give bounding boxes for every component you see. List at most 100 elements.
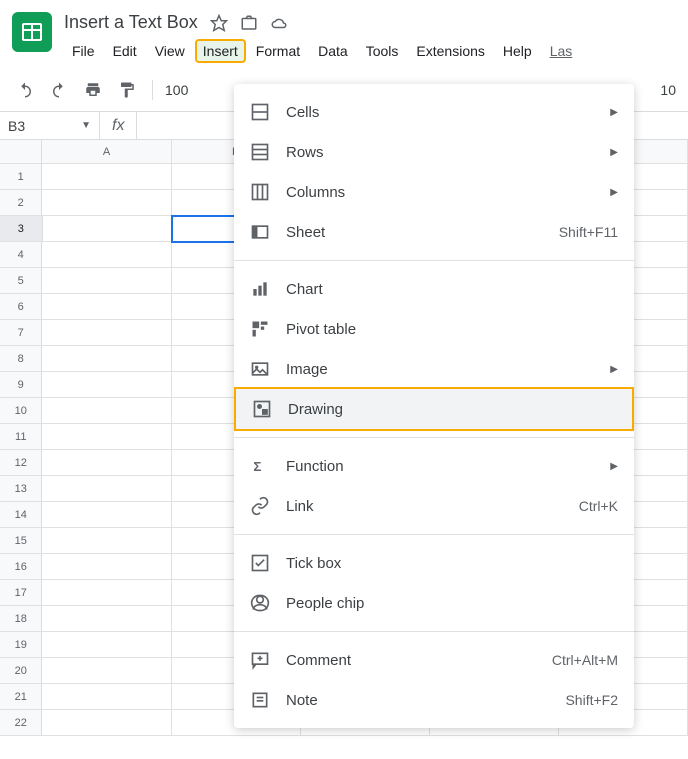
cell[interactable] bbox=[42, 268, 171, 294]
cell[interactable] bbox=[42, 684, 171, 710]
row-header[interactable]: 18 bbox=[0, 606, 42, 632]
row-header[interactable]: 5 bbox=[0, 268, 42, 294]
menu-item-people-chip[interactable]: People chip bbox=[234, 583, 634, 623]
menu-separator bbox=[234, 437, 634, 438]
print-icon[interactable] bbox=[80, 77, 106, 103]
row-header[interactable]: 10 bbox=[0, 398, 42, 424]
rows-icon bbox=[250, 142, 270, 162]
menu-item-label: Tick box bbox=[286, 555, 618, 572]
row-header[interactable]: 13 bbox=[0, 476, 42, 502]
cell[interactable] bbox=[42, 294, 171, 320]
menu-item-cells[interactable]: Cells▶ bbox=[234, 92, 634, 132]
cell[interactable] bbox=[42, 450, 171, 476]
row-header[interactable]: 1 bbox=[0, 164, 42, 190]
menu-insert[interactable]: Insert bbox=[195, 39, 246, 63]
cell-reference[interactable]: B3 ▼ bbox=[0, 112, 100, 139]
menu-separator bbox=[234, 534, 634, 535]
cell[interactable] bbox=[42, 606, 171, 632]
menu-item-link[interactable]: LinkCtrl+K bbox=[234, 486, 634, 526]
menu-file[interactable]: File bbox=[64, 39, 103, 63]
star-icon[interactable] bbox=[210, 14, 228, 32]
cell[interactable] bbox=[42, 632, 171, 658]
menu-format[interactable]: Format bbox=[248, 39, 308, 63]
cell[interactable] bbox=[42, 372, 171, 398]
menu-item-rows[interactable]: Rows▶ bbox=[234, 132, 634, 172]
row-header[interactable]: 3 bbox=[0, 216, 43, 242]
shortcut-label: Ctrl+Alt+M bbox=[552, 652, 618, 668]
sheets-logo[interactable] bbox=[12, 12, 52, 52]
cell[interactable] bbox=[42, 242, 171, 268]
cell[interactable] bbox=[42, 320, 171, 346]
cell[interactable] bbox=[42, 346, 171, 372]
menu-item-label: Columns bbox=[286, 184, 610, 201]
cell[interactable] bbox=[42, 164, 171, 190]
menu-item-chart[interactable]: Chart bbox=[234, 269, 634, 309]
move-icon[interactable] bbox=[240, 14, 258, 32]
menu-item-columns[interactable]: Columns▶ bbox=[234, 172, 634, 212]
menu-data[interactable]: Data bbox=[310, 39, 356, 63]
cell[interactable] bbox=[42, 190, 171, 216]
document-title[interactable]: Insert a Text Box bbox=[64, 12, 198, 33]
row-header[interactable]: 2 bbox=[0, 190, 42, 216]
row-header[interactable]: 8 bbox=[0, 346, 42, 372]
menu-item-pivot-table[interactable]: Pivot table bbox=[234, 309, 634, 349]
insert-menu-dropdown: Cells▶Rows▶Columns▶SheetShift+F11 ChartPi… bbox=[234, 84, 634, 728]
menu-item-image[interactable]: Image▶ bbox=[234, 349, 634, 389]
menu-extensions[interactable]: Extensions bbox=[408, 39, 492, 63]
menu-item-tick-box[interactable]: Tick box bbox=[234, 543, 634, 583]
cells-icon bbox=[250, 102, 270, 122]
menu-las[interactable]: Las bbox=[542, 39, 581, 63]
cell[interactable] bbox=[42, 398, 171, 424]
cell[interactable] bbox=[42, 554, 171, 580]
font-size-value[interactable]: 10 bbox=[660, 82, 676, 98]
redo-icon[interactable] bbox=[46, 77, 72, 103]
row-header[interactable]: 9 bbox=[0, 372, 42, 398]
menu-item-note[interactable]: NoteShift+F2 bbox=[234, 680, 634, 720]
zoom-value[interactable]: 100 bbox=[165, 82, 188, 98]
cell[interactable] bbox=[42, 502, 171, 528]
paint-format-icon[interactable] bbox=[114, 77, 140, 103]
row-header[interactable]: 11 bbox=[0, 424, 42, 450]
menu-item-label: Comment bbox=[286, 652, 552, 669]
people-icon bbox=[250, 593, 270, 613]
row-header[interactable]: 4 bbox=[0, 242, 42, 268]
menu-item-label: Function bbox=[286, 458, 610, 475]
undo-icon[interactable] bbox=[12, 77, 38, 103]
cell-ref-text: B3 bbox=[8, 118, 25, 134]
cell[interactable] bbox=[43, 216, 172, 242]
menu-help[interactable]: Help bbox=[495, 39, 540, 63]
menu-item-drawing[interactable]: Drawing bbox=[234, 387, 634, 431]
row-header[interactable]: 15 bbox=[0, 528, 42, 554]
cell[interactable] bbox=[42, 710, 171, 736]
cloud-icon[interactable] bbox=[270, 14, 288, 32]
sheet-icon bbox=[250, 222, 270, 242]
row-header[interactable]: 20 bbox=[0, 658, 42, 684]
row-header[interactable]: 19 bbox=[0, 632, 42, 658]
chevron-down-icon: ▼ bbox=[81, 120, 91, 131]
row-header[interactable]: 14 bbox=[0, 502, 42, 528]
row-header[interactable]: 21 bbox=[0, 684, 42, 710]
menu-edit[interactable]: Edit bbox=[105, 39, 145, 63]
row-header[interactable]: 22 bbox=[0, 710, 42, 736]
menu-item-function[interactable]: ΣFunction▶ bbox=[234, 446, 634, 486]
menu-view[interactable]: View bbox=[147, 39, 193, 63]
menu-item-comment[interactable]: CommentCtrl+Alt+M bbox=[234, 640, 634, 680]
fx-label: fx bbox=[100, 112, 137, 139]
row-header[interactable]: 12 bbox=[0, 450, 42, 476]
row-header[interactable]: 6 bbox=[0, 294, 42, 320]
comment-icon bbox=[250, 650, 270, 670]
row-header[interactable]: 7 bbox=[0, 320, 42, 346]
image-icon bbox=[250, 359, 270, 379]
row-header[interactable]: 17 bbox=[0, 580, 42, 606]
column-header[interactable]: A bbox=[42, 140, 171, 164]
menu-tools[interactable]: Tools bbox=[358, 39, 407, 63]
row-header[interactable]: 16 bbox=[0, 554, 42, 580]
cell[interactable] bbox=[42, 658, 171, 684]
cell[interactable] bbox=[42, 424, 171, 450]
select-all-corner[interactable] bbox=[0, 140, 42, 164]
cell[interactable] bbox=[42, 528, 171, 554]
cell[interactable] bbox=[42, 580, 171, 606]
menu-item-sheet[interactable]: SheetShift+F11 bbox=[234, 212, 634, 252]
cell[interactable] bbox=[42, 476, 171, 502]
menu-item-label: Image bbox=[286, 361, 610, 378]
